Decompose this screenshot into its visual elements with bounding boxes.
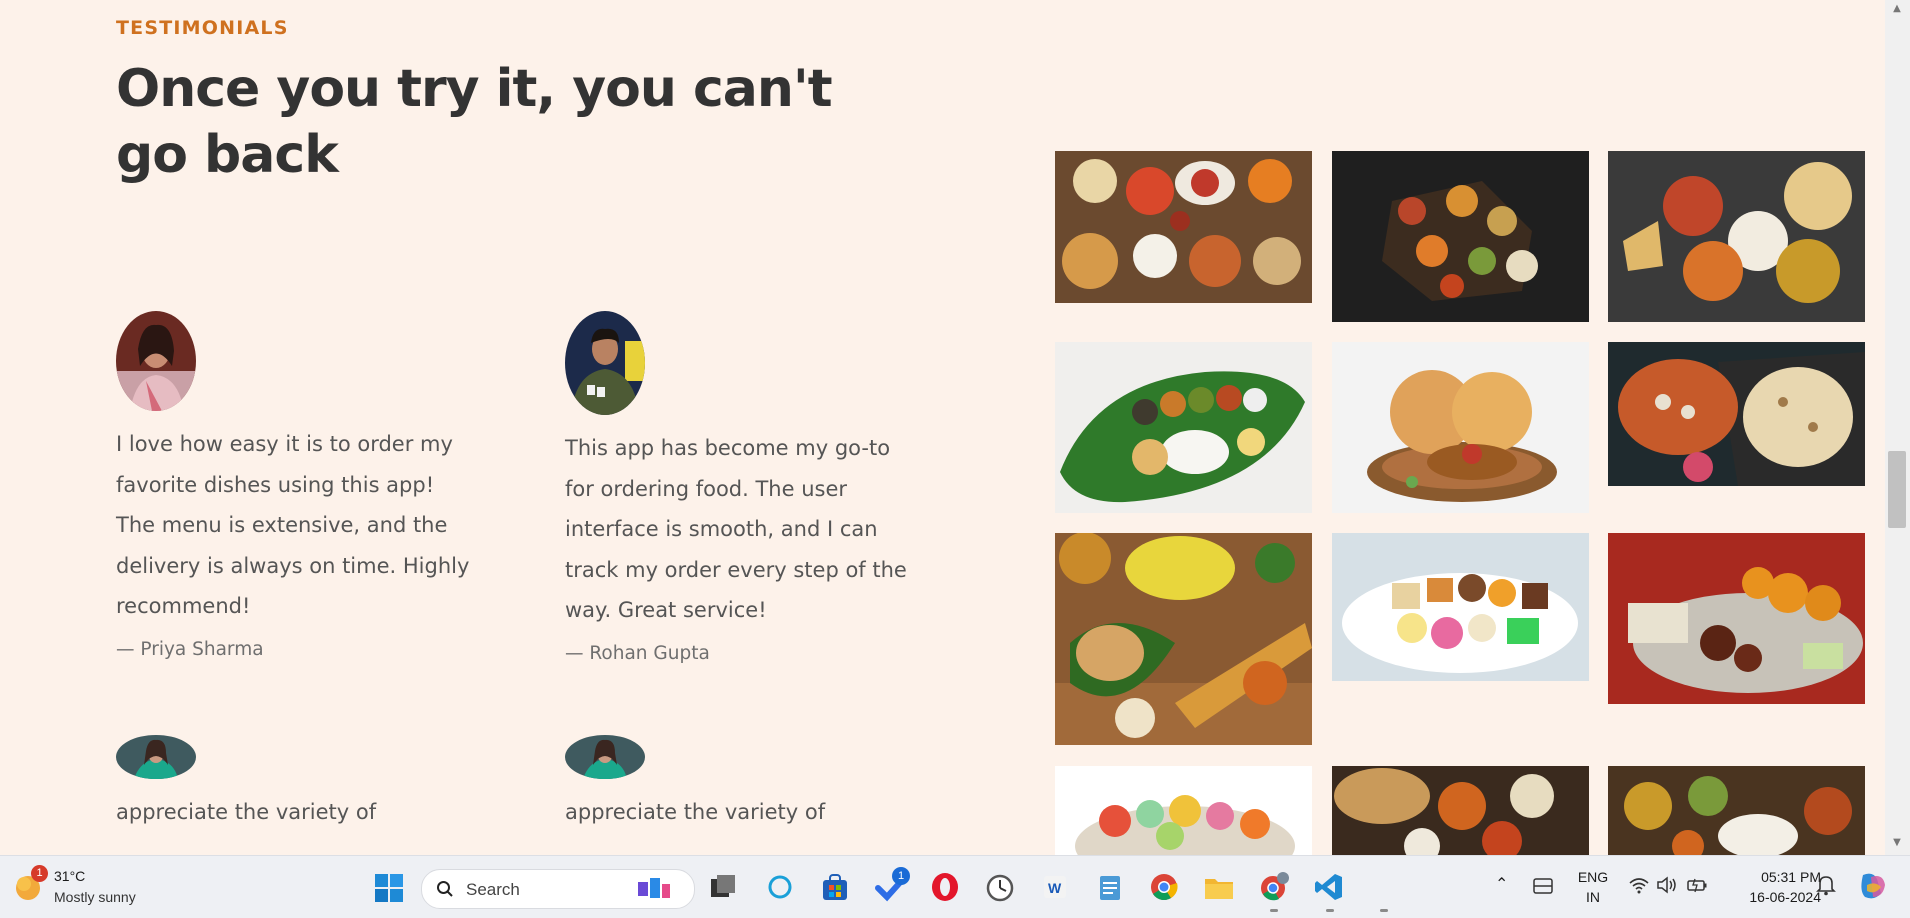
clock-app-icon[interactable] xyxy=(985,872,1015,906)
store-icon[interactable] xyxy=(820,872,850,906)
testimonial-quote: I love how easy it is to order my favori… xyxy=(116,432,470,618)
food-image xyxy=(1055,151,1312,303)
weather-badge: 1 xyxy=(31,865,48,882)
task-view-icon[interactable] xyxy=(709,873,737,905)
testimonial-quote: appreciate the variety of xyxy=(116,800,377,824)
file-explorer-icon[interactable] xyxy=(1203,873,1235,905)
todo-icon[interactable]: 1 xyxy=(875,867,910,906)
testimonial-quote: This app has become my go-to for orderin… xyxy=(565,436,907,622)
running-indicator xyxy=(1270,909,1278,912)
food-image xyxy=(1608,533,1865,704)
chevron-up-icon[interactable]: ⌃ xyxy=(1495,874,1508,894)
language-line2[interactable]: IN xyxy=(1577,889,1609,905)
word-icon[interactable]: W xyxy=(1042,874,1068,904)
food-image xyxy=(1608,151,1865,322)
copilot-icon[interactable] xyxy=(1857,871,1889,905)
opera-icon[interactable] xyxy=(930,872,960,906)
testimonial-card: appreciate the variety of xyxy=(565,735,925,833)
avatar xyxy=(116,311,196,411)
app-page: TESTIMONIALS Once you try it, you can't … xyxy=(0,0,1885,855)
language-line1[interactable]: ENG xyxy=(1577,869,1609,885)
start-icon[interactable] xyxy=(374,873,404,907)
testimonial-card: This app has become my go-to for orderin… xyxy=(565,311,925,664)
touch-keyboard-icon[interactable] xyxy=(1533,878,1553,898)
scroll-down-arrow-icon[interactable]: ▼ xyxy=(1891,838,1903,848)
windows-taskbar: 1 31°C Mostly sunny Search 1 W ⌃ ENG IN … xyxy=(0,855,1910,918)
search-icon xyxy=(437,881,453,897)
volume-icon[interactable] xyxy=(1656,876,1678,898)
section-subheading: TESTIMONIALS xyxy=(116,17,289,39)
section-heading: Once you try it, you can't go back xyxy=(116,59,833,185)
chrome-profile-icon[interactable] xyxy=(1259,872,1291,906)
food-image xyxy=(1332,766,1589,855)
search-highlight-icon xyxy=(638,878,670,898)
food-image xyxy=(1608,342,1865,486)
food-image xyxy=(1055,342,1312,513)
svg-text:W: W xyxy=(1048,880,1062,896)
scroll-up-arrow-icon[interactable]: ▲ xyxy=(1891,4,1903,14)
food-image xyxy=(1608,766,1865,855)
running-indicator xyxy=(1326,909,1334,912)
food-image xyxy=(1055,533,1312,745)
weather-widget[interactable]: 1 xyxy=(14,865,48,904)
avatar xyxy=(565,735,645,779)
food-image xyxy=(1055,766,1312,855)
food-image xyxy=(1332,342,1589,513)
running-indicator xyxy=(1380,909,1388,912)
todo-badge: 1 xyxy=(892,867,910,885)
clock-time[interactable]: 05:31 PM xyxy=(1741,869,1821,885)
testimonial-author: — Priya Sharma xyxy=(116,638,264,660)
taskbar-search-box[interactable]: Search xyxy=(421,869,695,909)
battery-icon[interactable] xyxy=(1686,876,1708,898)
avatar xyxy=(565,311,645,415)
chrome-icon[interactable] xyxy=(1149,872,1179,906)
weather-temp: 31°C xyxy=(54,868,86,884)
testimonial-card: appreciate the variety of xyxy=(116,735,476,833)
search-placeholder: Search xyxy=(466,880,520,899)
clock-date[interactable]: 16-06-2024 xyxy=(1728,889,1821,905)
food-image xyxy=(1332,151,1589,322)
cortana-icon[interactable] xyxy=(766,873,794,905)
notepad-icon[interactable] xyxy=(1096,872,1124,906)
notification-bell-icon[interactable] xyxy=(1816,874,1836,900)
page-scrollbar[interactable] xyxy=(1885,0,1910,855)
avatar xyxy=(116,735,196,779)
food-image xyxy=(1332,533,1589,681)
vscode-icon[interactable] xyxy=(1314,872,1344,906)
scrollbar-thumb[interactable] xyxy=(1888,451,1906,528)
testimonial-quote: appreciate the variety of xyxy=(565,800,826,824)
testimonial-card: I love how easy it is to order my favori… xyxy=(116,311,476,660)
testimonial-author: — Rohan Gupta xyxy=(565,642,710,664)
wifi-icon[interactable] xyxy=(1628,876,1650,898)
weather-condition: Mostly sunny xyxy=(54,889,136,905)
